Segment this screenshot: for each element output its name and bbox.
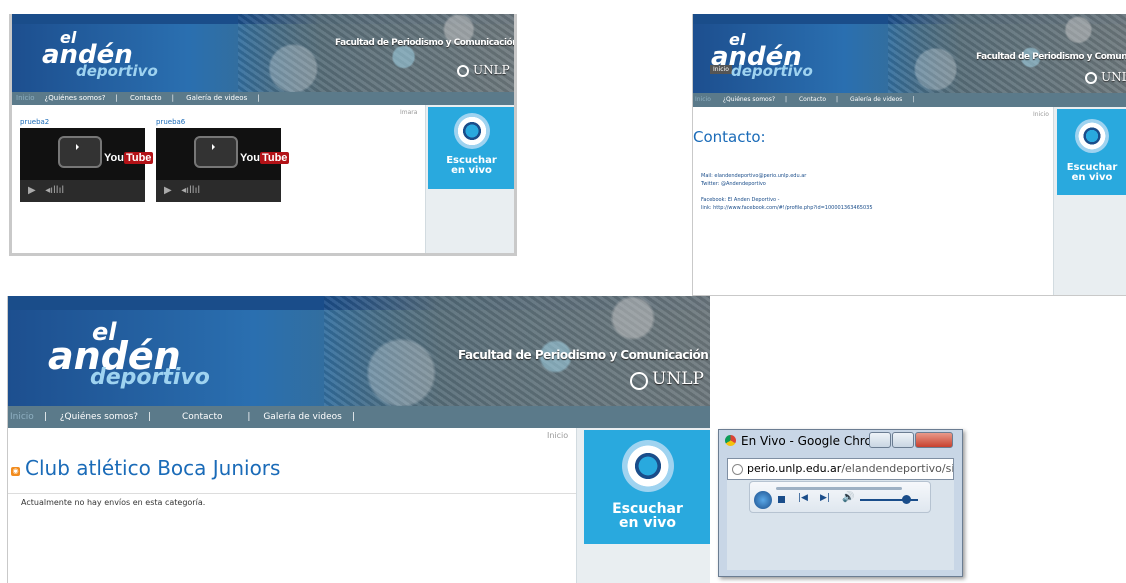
nav-contacto[interactable]: Contacto xyxy=(799,96,826,103)
nav-galeria[interactable]: Galería de videos xyxy=(263,412,342,422)
facultad-title: Facultad de Periodismo y Comunicación So… xyxy=(335,38,514,48)
empty-category-message: Actualmente no hay envíos en esta catego… xyxy=(21,498,206,507)
url-path: /elandendeportivo/sites/peri xyxy=(841,462,953,475)
youtube-logo: You Tube xyxy=(104,152,154,164)
url-host: perio.unlp.edu.ar xyxy=(747,462,842,475)
chrome-popup-window: En Vivo - Google Chrome perio.unlp.edu.a… xyxy=(718,429,963,577)
logo-deportivo: deportivo xyxy=(731,62,813,80)
contact-link[interactable]: link: http://www.facebook.com/#!/profile… xyxy=(701,205,873,211)
screenshot-panel-contacto: el andén Inicio deportivo Facultad de Pe… xyxy=(692,14,1126,296)
unlp-seal-icon xyxy=(630,372,648,390)
media-player: |◀ ▶| 🔊 xyxy=(749,481,931,513)
headphones-icon xyxy=(453,113,490,149)
youtube-logo: You Tube xyxy=(240,152,290,164)
nav-inicio[interactable]: Inicio xyxy=(10,412,34,422)
en-vivo-label: en vivo xyxy=(1071,172,1113,183)
nav-quienes[interactable]: ¿Quiénes somos? xyxy=(60,412,138,422)
nav-contacto[interactable]: Contacto xyxy=(182,412,223,422)
rss-icon[interactable]: ◉ xyxy=(11,467,20,476)
close-button[interactable] xyxy=(915,432,953,448)
main-nav: Inicio | ¿Quiénes somos? | Contacto | Gale… xyxy=(8,406,710,428)
nav-galeria[interactable]: Galería de videos xyxy=(186,94,247,102)
video-controls[interactable]: ▶ ◂ıllıl xyxy=(156,180,281,202)
contact-mail[interactable]: Mail: elandendeportivo@perio.unlp.edu.ar xyxy=(701,173,806,179)
play-button-icon[interactable] xyxy=(58,136,102,168)
page-title: Contacto: xyxy=(693,128,766,146)
logo-deportivo: deportivo xyxy=(76,62,158,80)
page-info-icon[interactable] xyxy=(732,463,743,475)
screenshot-panel-videos: el andén deportivo Facultad de Periodism… xyxy=(9,14,517,256)
nav-galeria[interactable]: Galería de videos xyxy=(850,96,902,103)
main-nav: Inicio ¿Quiénes somos? | Contacto | Galerí… xyxy=(693,93,1126,107)
headphones-icon xyxy=(1075,119,1109,153)
stop-icon[interactable] xyxy=(778,496,785,503)
video-title-1[interactable]: prueba2 xyxy=(20,118,49,126)
corner-link[interactable]: Inicio xyxy=(547,431,568,440)
maximize-button[interactable] xyxy=(892,432,914,448)
unlp-text: UNLP xyxy=(1101,70,1126,84)
unlp-text: UNLP xyxy=(473,63,510,77)
volume-icon[interactable]: 🔊 xyxy=(842,492,854,503)
corner-link[interactable]: Imara xyxy=(400,109,417,116)
play-button[interactable] xyxy=(754,491,772,509)
crowd-photo xyxy=(237,14,514,92)
nav-inicio[interactable]: Inicio xyxy=(695,96,711,103)
page-title: Club atlético Boca Juniors xyxy=(25,456,281,480)
nav-quienes[interactable]: ¿Quiénes somos? xyxy=(723,96,775,103)
chrome-icon xyxy=(725,435,736,446)
site-banner: el andén deportivo Facultad de Periodism… xyxy=(8,296,710,406)
youtube-video-1[interactable]: You Tube ▶ ◂ıllıl xyxy=(20,128,154,202)
title-divider xyxy=(8,493,576,494)
volume-knob[interactable] xyxy=(902,495,911,504)
play-button-icon[interactable] xyxy=(194,136,238,168)
headphones-icon xyxy=(621,440,674,492)
nav-inicio[interactable]: Inicio xyxy=(16,94,35,102)
site-banner: el andén Inicio deportivo Facultad de Pe… xyxy=(693,14,1126,93)
inicio-badge[interactable]: Inicio xyxy=(710,65,732,74)
nav-quienes[interactable]: ¿Quiénes somos? xyxy=(45,94,106,102)
site-banner: el andén deportivo Facultad de Periodism… xyxy=(12,14,514,92)
contact-facebook: Facebook: El Anden Deportivo - xyxy=(701,197,780,203)
address-bar[interactable]: perio.unlp.edu.ar/elandendeportivo/sites… xyxy=(727,458,954,480)
unlp-seal-icon xyxy=(457,65,469,77)
facultad-title: Facultad de Periodismo y Comunicación So… xyxy=(458,348,710,362)
minimize-button[interactable] xyxy=(869,432,891,448)
escuchar-en-vivo-button[interactable]: Escuchar en vivo xyxy=(584,430,710,544)
en-vivo-label: en vivo xyxy=(618,515,676,531)
unlp-seal-icon xyxy=(1085,72,1097,84)
next-icon[interactable]: ▶| xyxy=(820,493,830,503)
corner-link[interactable]: Inicio xyxy=(1033,111,1049,118)
facultad-title: Facultad de Periodismo y Comunicación So… xyxy=(976,52,1126,62)
nav-contacto[interactable]: Contacto xyxy=(130,94,162,102)
logo-deportivo: deportivo xyxy=(90,365,210,390)
unlp-text: UNLP xyxy=(652,369,704,389)
video-title-2[interactable]: prueba6 xyxy=(156,118,185,126)
contact-twitter: Twitter: @Andendeportivo xyxy=(701,181,766,187)
video-controls[interactable]: ▶ ◂ıllıl xyxy=(20,180,145,202)
youtube-video-2[interactable]: You Tube ▶ ◂ıllıl xyxy=(156,128,290,202)
screenshot-panel-boca: el andén deportivo Facultad de Periodism… xyxy=(7,296,710,583)
previous-icon[interactable]: |◀ xyxy=(798,493,808,503)
seek-bar[interactable] xyxy=(776,487,902,490)
escuchar-en-vivo-button[interactable]: Escuchar en vivo xyxy=(428,107,514,189)
en-vivo-label: en vivo xyxy=(451,165,492,176)
escuchar-en-vivo-button[interactable]: Escuchar en vivo xyxy=(1057,109,1126,195)
main-nav: Inicio ¿Quiénes somos? | Contacto | Galería… xyxy=(12,92,514,105)
